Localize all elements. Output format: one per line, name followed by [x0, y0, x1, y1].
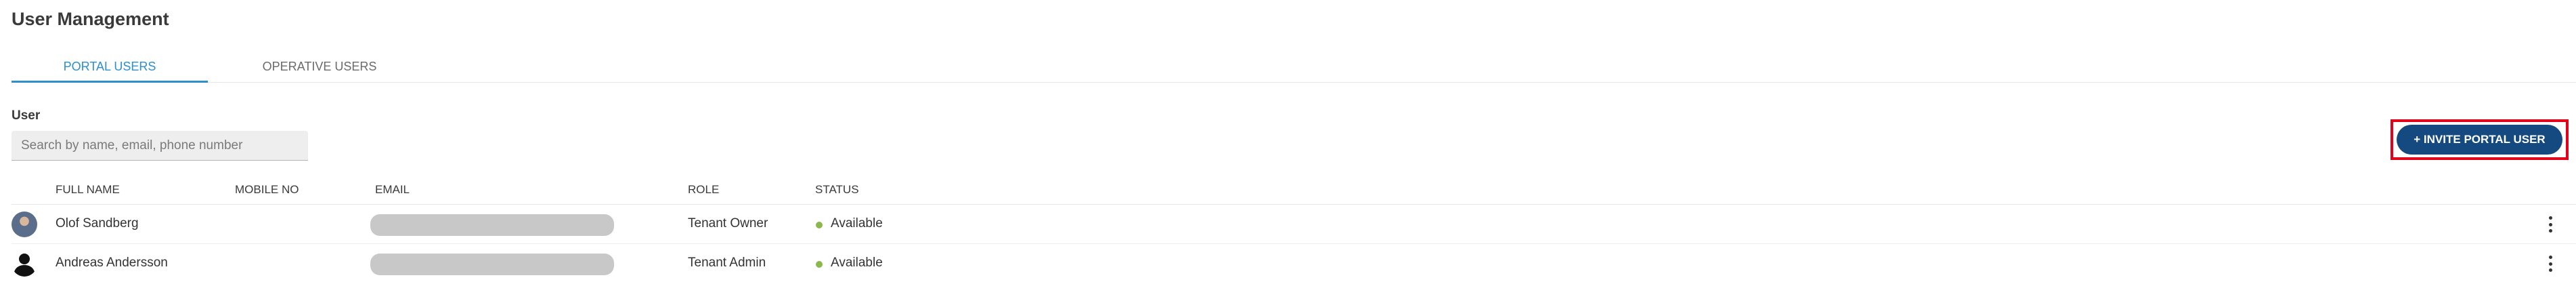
person-silhouette-icon [12, 251, 37, 277]
status-cell: Available [831, 216, 883, 230]
avatar [12, 212, 37, 237]
row-more-options-icon[interactable] [2544, 254, 2557, 274]
email-redacted-block [370, 214, 614, 236]
search-input[interactable] [12, 131, 308, 161]
tab-bar: PORTAL USERS OPERATIVE USERS [12, 56, 2576, 83]
status-cell: Available [831, 256, 883, 270]
role-cell: Tenant Admin [688, 256, 766, 270]
column-header-full-name[interactable]: FULL NAME [56, 183, 120, 197]
role-cell: Tenant Owner [688, 216, 768, 230]
column-header-email[interactable]: EMAIL [375, 183, 410, 197]
users-table: FULL NAME MOBILE NO EMAIL ROLE STATUS Ol… [12, 178, 2576, 282]
status-available-dot-icon [816, 222, 823, 228]
column-header-role[interactable]: ROLE [688, 183, 719, 197]
column-header-mobile-no[interactable]: MOBILE NO [235, 183, 299, 197]
status-available-dot-icon [816, 261, 823, 268]
table-row[interactable]: Olof Sandberg Tenant Owner Available [12, 205, 2576, 244]
full-name-cell: Olof Sandberg [56, 216, 139, 230]
tab-portal-users[interactable]: PORTAL USERS [12, 56, 208, 83]
row-more-options-icon[interactable] [2544, 214, 2557, 235]
table-row[interactable]: Andreas Andersson Tenant Admin Available [12, 244, 2576, 282]
page-title: User Management [12, 9, 169, 29]
user-filter-label: User [12, 108, 41, 123]
full-name-cell: Andreas Andersson [56, 256, 168, 270]
invite-portal-user-button[interactable]: + INVITE PORTAL USER [2397, 125, 2562, 155]
tab-operative-users[interactable]: OPERATIVE USERS [208, 56, 431, 83]
email-redacted-block [370, 254, 614, 275]
user-management-page: User Management PORTAL USERS OPERATIVE U… [0, 0, 2576, 282]
table-header: FULL NAME MOBILE NO EMAIL ROLE STATUS [12, 178, 2576, 205]
column-header-status[interactable]: STATUS [815, 183, 859, 197]
